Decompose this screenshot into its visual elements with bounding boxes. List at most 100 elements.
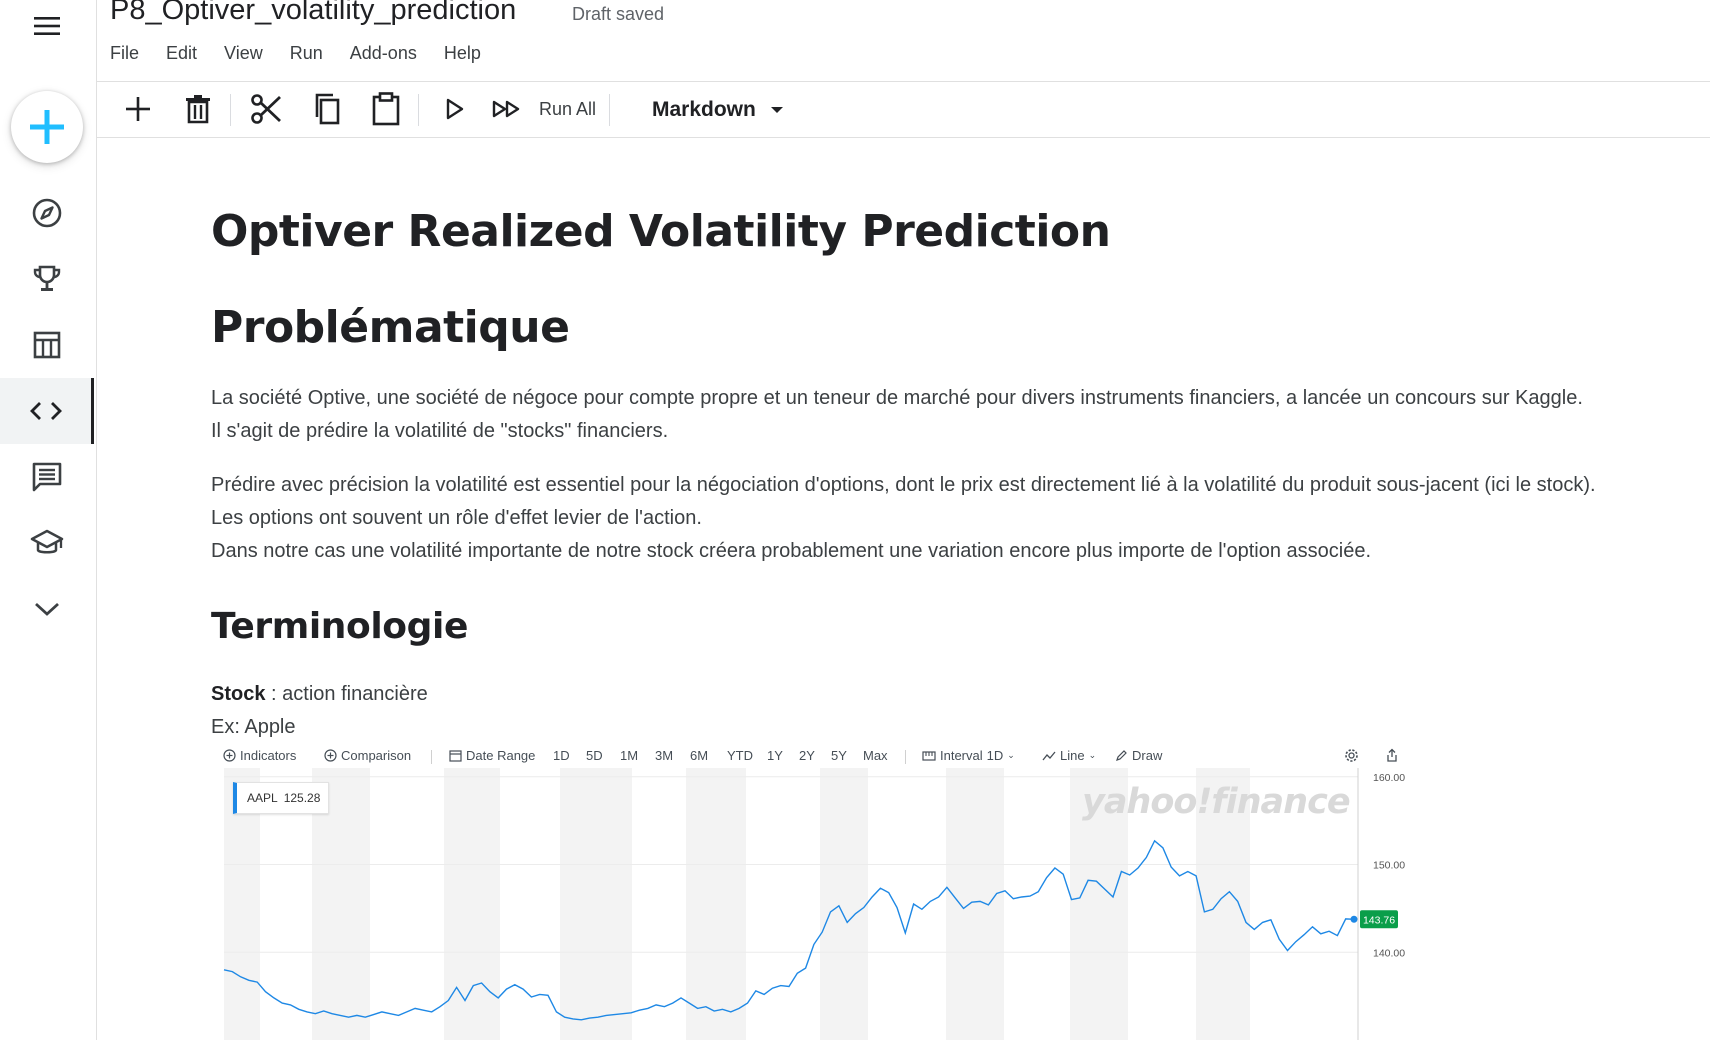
gear-icon — [1344, 748, 1359, 763]
comment-icon — [32, 462, 62, 492]
cell-type-value: Markdown — [652, 98, 756, 121]
sidebar-item-courses[interactable] — [0, 510, 94, 576]
sidebar-item-explore[interactable] — [0, 180, 94, 246]
chart-toolbar-divider — [905, 750, 906, 764]
chart-toolbar: Indicators Comparison Date Range 1D 5D 1… — [222, 744, 1412, 768]
chart-range: 5D — [586, 748, 603, 763]
menu-run[interactable]: Run — [290, 43, 323, 64]
menu-file[interactable]: File — [110, 43, 139, 64]
month-band — [560, 768, 632, 1040]
chart-type-label: Line — [1060, 748, 1085, 763]
price-tag-label: 143.76 — [1363, 914, 1395, 926]
chart-comparison-label: Comparison — [341, 748, 412, 763]
chart-date-range: Date Range — [449, 748, 535, 763]
term-line: Stock : action financière — [211, 678, 428, 711]
sidebar-item-competitions[interactable] — [0, 246, 94, 312]
notebook-title[interactable]: P8_Optiver_volatility_prediction — [110, 0, 516, 27]
copy-icon — [315, 93, 340, 125]
plus-icon — [126, 97, 150, 121]
heading-problematique: Problématique — [211, 302, 570, 353]
add-cell-button[interactable] — [118, 90, 158, 128]
chart-indicators-label: Indicators — [240, 748, 297, 763]
yahoo-finance-watermark: yahoo!finance — [1082, 782, 1351, 822]
pencil-icon — [1116, 750, 1127, 761]
example-line: Ex: Apple — [211, 716, 296, 738]
calendar-icon — [449, 750, 462, 762]
chart-interval: Interval 1D ⌄ — [922, 748, 1015, 763]
chart-range: 3M — [655, 748, 674, 763]
chart-range: 1D — [553, 748, 570, 763]
trash-icon — [186, 95, 210, 124]
y-tick-label: 160.00 — [1373, 772, 1405, 784]
plus-circle-icon — [324, 749, 337, 762]
month-band — [686, 768, 746, 1040]
series-line-aapl — [223, 839, 1355, 1021]
paragraph-volatility: Prédire avec précision la volatilité est… — [211, 469, 1596, 568]
graduation-cap-icon — [30, 529, 64, 554]
cut-cell-button[interactable] — [246, 90, 286, 128]
play-icon — [446, 98, 464, 120]
line-chart-icon — [1042, 751, 1056, 760]
menu-edit[interactable]: Edit — [166, 43, 197, 64]
chart-range: 1Y — [767, 748, 783, 763]
paragraph-line: Les options ont souvent un rôle d'effet … — [211, 507, 702, 529]
chart-range: 1M — [620, 748, 639, 763]
delete-cell-button[interactable] — [178, 90, 218, 128]
paragraph-line: Dans notre cas une volatilité importante… — [211, 540, 1372, 562]
create-button[interactable] — [11, 91, 83, 163]
menu-bar: File Edit View Run Add-ons Help — [110, 43, 508, 64]
cell-type-select[interactable]: Markdown — [652, 95, 784, 125]
chevron-down-icon: ⌄ — [1088, 750, 1097, 760]
chart-type: Line ⌄ — [1042, 748, 1096, 763]
compass-icon — [32, 198, 62, 228]
menu-view[interactable]: View — [224, 43, 263, 64]
paragraph-line: La société Optive, une société de négoce… — [211, 387, 1583, 409]
chart-range: 5Y — [831, 748, 847, 763]
chart-draw: Draw — [1115, 748, 1162, 763]
month-band — [444, 768, 500, 1040]
paragraph-intro: La société Optive, une société de négoce… — [211, 382, 1583, 448]
ticker-value: 125.28 — [283, 791, 321, 805]
sidebar-item-code[interactable] — [0, 378, 94, 444]
chart-range: 6M — [690, 748, 709, 763]
chart-date-range-label: Date Range — [466, 748, 536, 763]
sidebar-item-more[interactable] — [0, 576, 94, 642]
ruler-icon — [922, 750, 936, 761]
fast-forward-icon — [492, 100, 520, 118]
chevron-down-icon — [35, 602, 59, 616]
stock-chart-image: Indicators Comparison Date Range 1D 5D 1… — [222, 744, 1414, 1040]
last-price-point — [1350, 915, 1358, 923]
run-all-button[interactable]: Run All — [539, 99, 596, 120]
menu-help[interactable]: Help — [444, 43, 481, 64]
left-rail — [0, 0, 97, 1040]
ticker-badge: AAPL 125.28 — [233, 782, 330, 814]
paragraph-terminology: Stock : action financière Ex: Apple — [211, 678, 428, 744]
ticker-symbol: AAPL — [247, 791, 278, 805]
trophy-icon — [33, 265, 61, 291]
chart-range: 2Y — [799, 748, 815, 763]
y-tick-label: 140.00 — [1373, 947, 1405, 959]
term-definition: : action financière — [265, 683, 428, 705]
heading-terminologie: Terminologie — [211, 606, 468, 647]
chart-interval-value: 1D — [986, 748, 1004, 763]
caret-down-icon — [770, 107, 783, 113]
menu-add-ons[interactable]: Add-ons — [350, 43, 417, 64]
month-band — [946, 768, 1004, 1040]
sidebar-item-discussions[interactable] — [0, 444, 94, 510]
toolbar-divider — [230, 94, 231, 126]
plus-circle-icon — [223, 749, 236, 762]
run-cell-button[interactable] — [434, 90, 474, 128]
clipboard-icon — [372, 92, 400, 126]
copy-cell-button[interactable] — [306, 90, 346, 128]
share-icon — [1385, 748, 1399, 763]
table-icon — [33, 331, 61, 359]
chart-range: YTD — [727, 748, 753, 763]
chart-indicators: Indicators — [223, 748, 296, 763]
paragraph-line: Il s'agit de prédire la volatilité de "s… — [211, 420, 669, 442]
paste-cell-button[interactable] — [366, 90, 406, 128]
chart-interval-label: Interval — [940, 748, 983, 763]
code-icon — [29, 402, 62, 420]
sidebar-item-datasets[interactable] — [0, 312, 94, 378]
run-all-icon-button[interactable] — [487, 90, 527, 128]
hamburger-menu-icon[interactable] — [22, 8, 72, 44]
